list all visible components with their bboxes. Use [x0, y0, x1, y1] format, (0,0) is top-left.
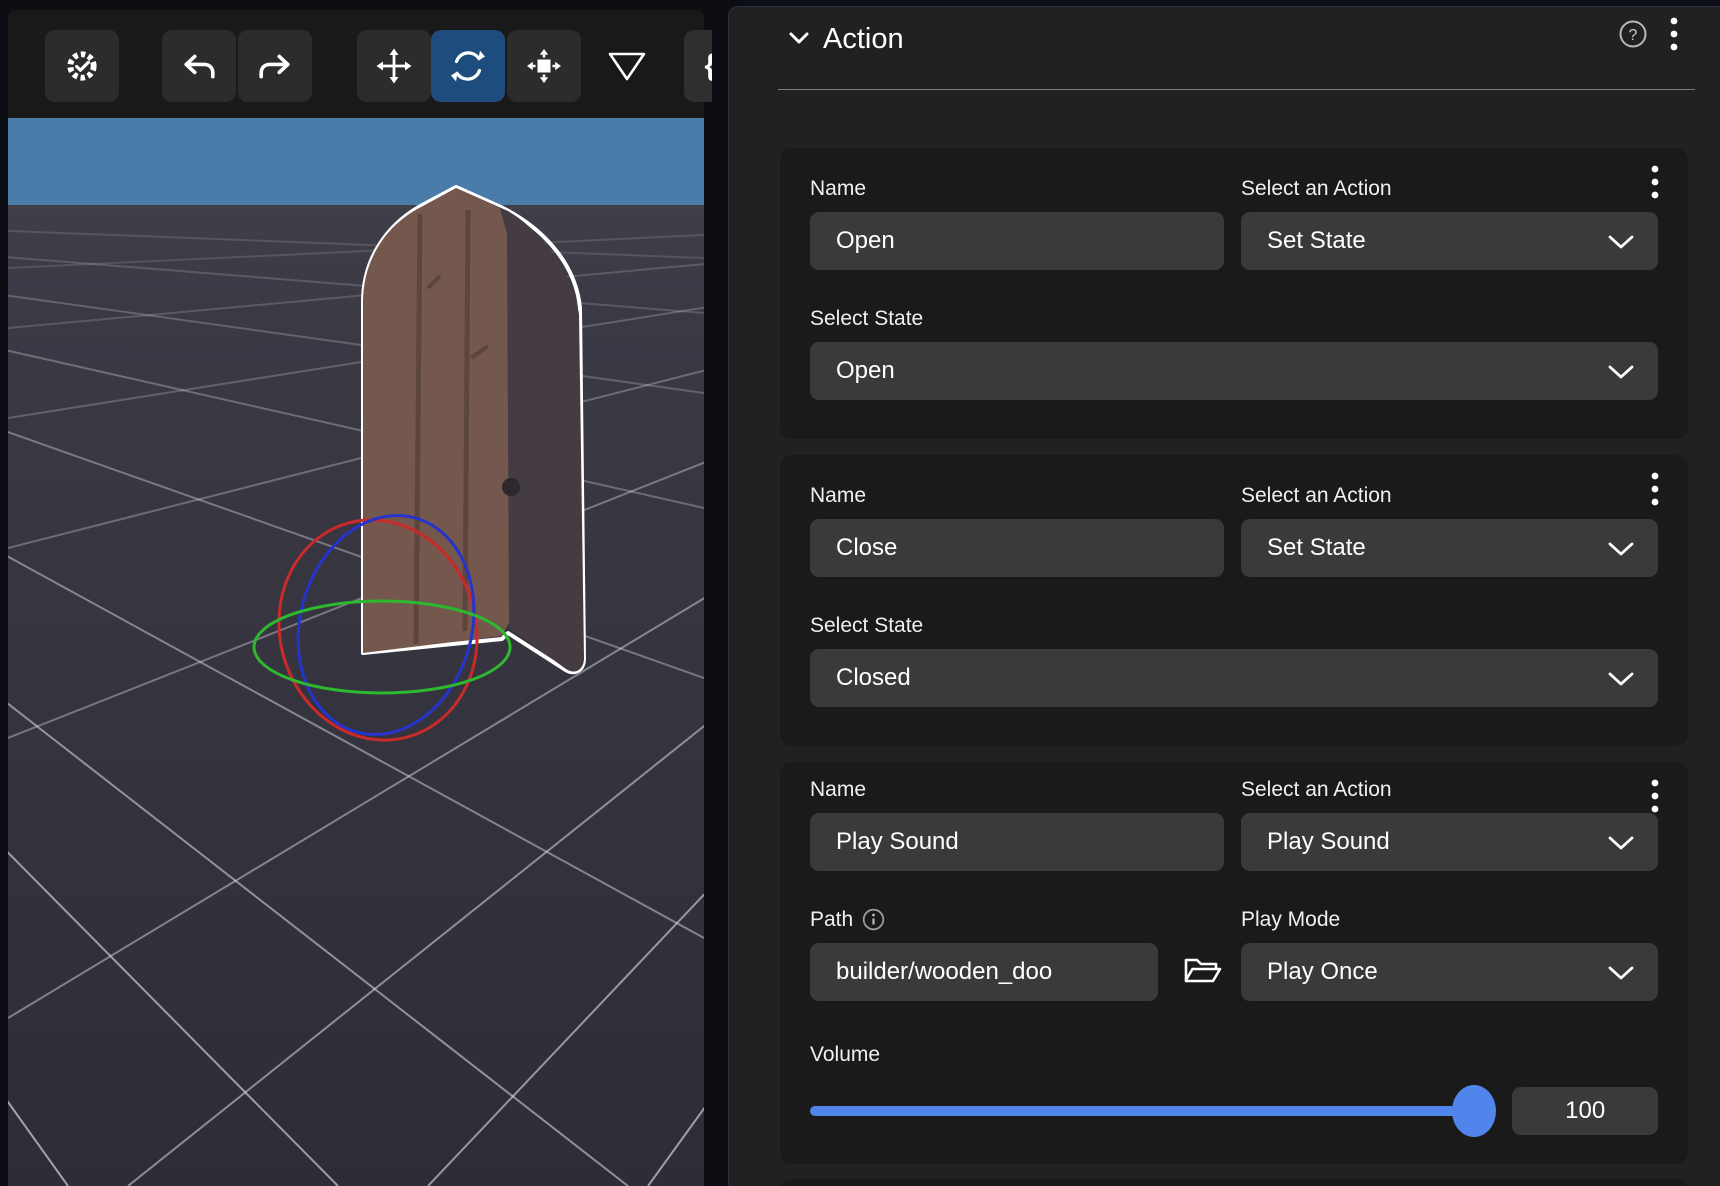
- scene-canvas[interactable]: [8, 118, 704, 1186]
- code-brace-tab[interactable]: {: [684, 30, 712, 102]
- action-select[interactable]: Play Sound: [1241, 813, 1658, 871]
- action-select-value: Play Sound: [1267, 828, 1390, 856]
- path-label: Path: [810, 909, 853, 930]
- info-icon[interactable]: [862, 908, 885, 931]
- path-input[interactable]: builder/wooden_doo: [810, 943, 1158, 1001]
- triangle-down-button[interactable]: [606, 50, 648, 87]
- chevron-down-icon: [1608, 966, 1634, 980]
- chevron-down-icon: [1608, 365, 1634, 379]
- browse-folder-button[interactable]: [1182, 952, 1222, 992]
- action-select-value: Set State: [1267, 227, 1366, 255]
- action-card-close: Name Close Select an Action Set State Se…: [780, 455, 1688, 746]
- chevron-down-icon: [1608, 672, 1634, 686]
- move-icon: [376, 48, 412, 84]
- chevron-down-icon: [1608, 542, 1634, 556]
- triangle-down-icon: [606, 50, 648, 84]
- action-label: Select an Action: [1241, 178, 1658, 199]
- undo-icon: [182, 49, 216, 83]
- name-label: Name: [810, 178, 1224, 199]
- volume-value-input[interactable]: 100: [1512, 1087, 1658, 1135]
- chevron-down-icon: [1608, 235, 1634, 249]
- action-panel: Action ? Name Open: [728, 6, 1720, 1186]
- action-card-play-sound: Name Play Sound Select an Action Play So…: [780, 762, 1688, 1164]
- chevron-down-icon: [1608, 836, 1634, 850]
- play-mode-label: Play Mode: [1241, 909, 1658, 930]
- card-kebab-menu-icon[interactable]: [1642, 162, 1668, 202]
- state-select-value: Open: [836, 357, 895, 385]
- collapse-chevron-icon[interactable]: [784, 27, 814, 52]
- volume-slider-track[interactable]: [810, 1106, 1490, 1116]
- volume-label: Volume: [810, 1044, 1658, 1065]
- redo-button[interactable]: [238, 30, 312, 102]
- action-select[interactable]: Set State: [1241, 519, 1658, 577]
- card-kebab-menu-icon[interactable]: [1642, 776, 1668, 816]
- card-kebab-menu-icon[interactable]: [1642, 469, 1668, 509]
- name-input[interactable]: Open: [810, 212, 1224, 270]
- state-select-value: Closed: [836, 664, 911, 692]
- scale-tool-button[interactable]: [507, 30, 581, 102]
- badge-check-button[interactable]: [45, 30, 119, 102]
- move-tool-button[interactable]: [357, 30, 431, 102]
- app-window: { Action ?: [0, 0, 1720, 1186]
- rotate-icon: [450, 48, 486, 84]
- state-select[interactable]: Closed: [810, 649, 1658, 707]
- action-select[interactable]: Set State: [1241, 212, 1658, 270]
- state-label: Select State: [810, 308, 1658, 329]
- action-label: Select an Action: [1241, 485, 1658, 506]
- panel-kebab-menu-icon[interactable]: [1660, 14, 1688, 58]
- name-label: Name: [810, 485, 1224, 506]
- folder-open-icon: [1182, 953, 1222, 989]
- panel-title: Action: [823, 23, 904, 56]
- action-label: Select an Action: [1241, 779, 1658, 800]
- play-mode-value: Play Once: [1267, 958, 1378, 986]
- svg-text:?: ?: [1629, 27, 1638, 44]
- brace-glyph: {: [704, 49, 712, 83]
- action-card-open: Name Open Select an Action Set State Sel…: [780, 148, 1688, 439]
- viewport-toolbar: [8, 10, 704, 118]
- scale-icon: [526, 48, 562, 84]
- scene-render: [8, 118, 704, 1186]
- door-knob: [502, 478, 520, 496]
- action-card-partial: [780, 1179, 1688, 1186]
- volume-slider[interactable]: [810, 1086, 1490, 1136]
- badge-check-icon: [65, 49, 99, 83]
- action-select-value: Set State: [1267, 534, 1366, 562]
- state-label: Select State: [810, 615, 1658, 636]
- rotate-tool-button[interactable]: [431, 30, 505, 102]
- path-label-row: Path: [810, 909, 1224, 930]
- redo-icon: [258, 49, 292, 83]
- 3d-viewport[interactable]: [8, 10, 704, 1186]
- play-mode-select[interactable]: Play Once: [1241, 943, 1658, 1001]
- state-select[interactable]: Open: [810, 342, 1658, 400]
- undo-button[interactable]: [162, 30, 236, 102]
- floor-grid: [8, 204, 704, 1186]
- name-input[interactable]: Play Sound: [810, 813, 1224, 871]
- header-divider: [778, 89, 1695, 90]
- panel-header: Action ?: [729, 7, 1720, 89]
- name-input[interactable]: Close: [810, 519, 1224, 577]
- name-label: Name: [810, 779, 1224, 800]
- volume-slider-thumb[interactable]: [1452, 1085, 1496, 1137]
- help-icon[interactable]: ?: [1618, 19, 1648, 49]
